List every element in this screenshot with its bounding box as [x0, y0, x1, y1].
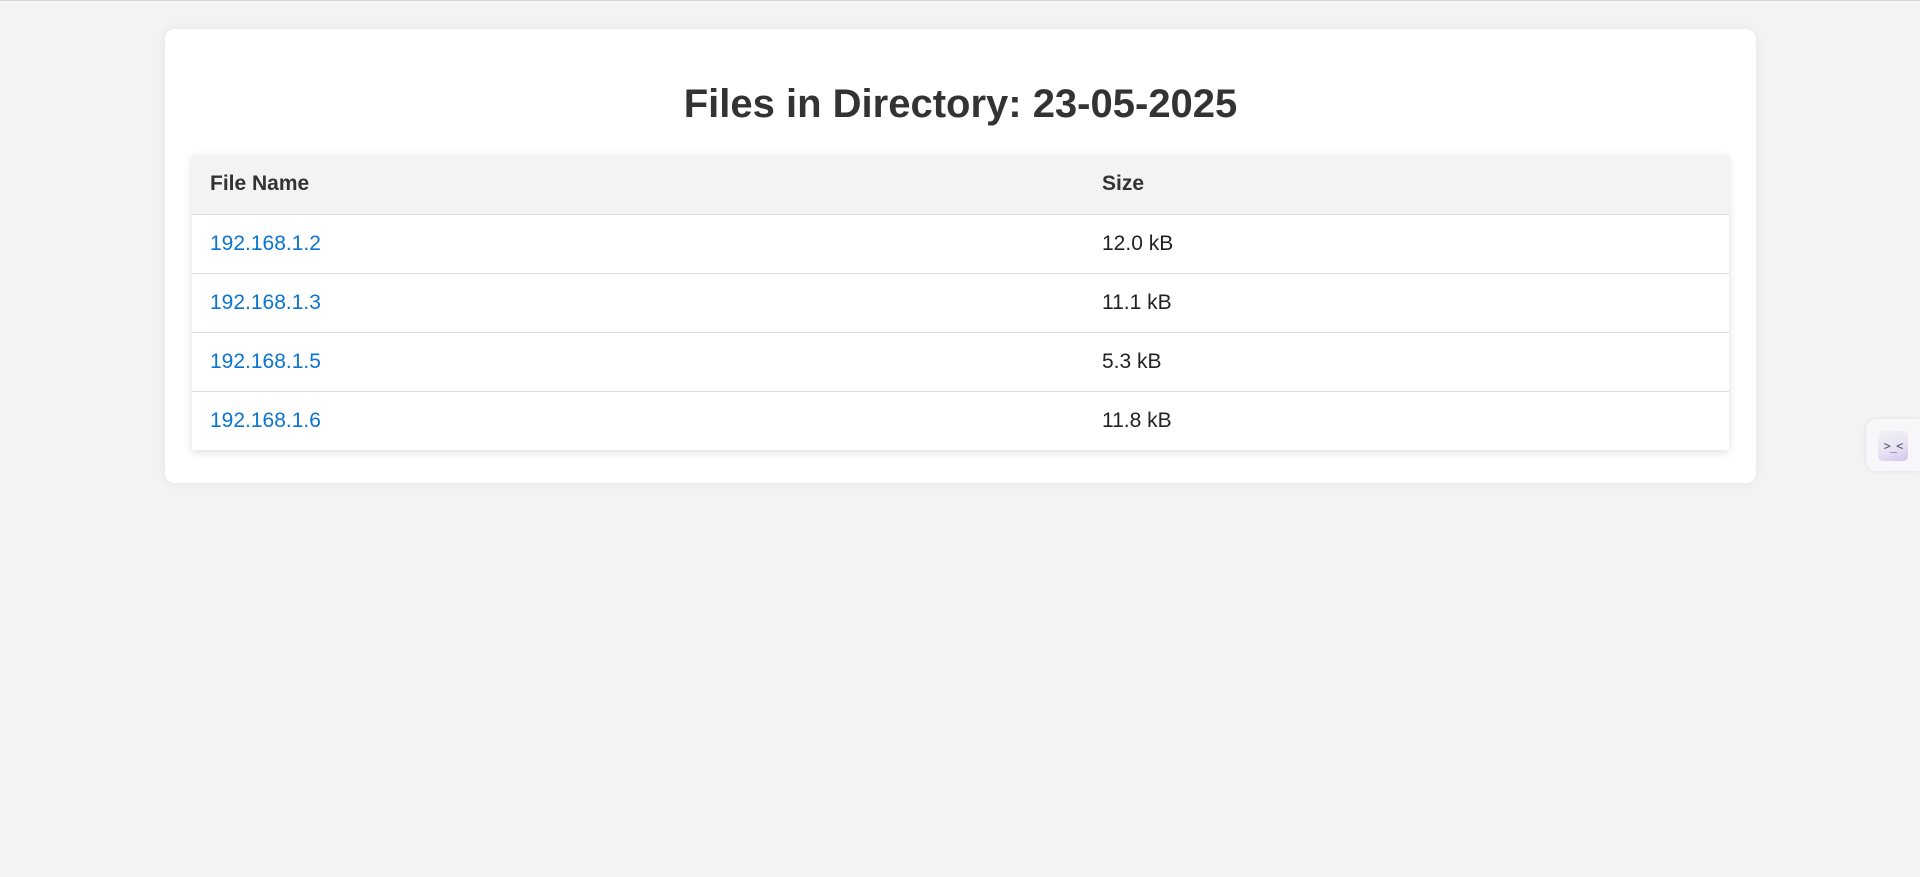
file-size-cell: 5.3 kB — [1084, 332, 1729, 392]
page-title: Files in Directory: 23-05-2025 — [683, 82, 1238, 126]
file-name-cell: 192.168.1.6 — [192, 391, 1084, 450]
file-link[interactable]: 192.168.1.6 — [210, 409, 321, 432]
file-link[interactable]: 192.168.1.2 — [210, 232, 321, 255]
file-name-cell: 192.168.1.2 — [192, 214, 1084, 274]
directory-panel: Files in Directory: 23-05-2025 File Name… — [165, 29, 1756, 483]
file-size-cell: 11.1 kB — [1084, 273, 1729, 333]
file-size-cell: 12.0 kB — [1084, 214, 1729, 274]
file-name-cell: 192.168.1.3 — [192, 273, 1084, 333]
file-size-cell: 11.8 kB — [1102, 408, 1172, 432]
file-link[interactable]: 192.168.1.5 — [210, 350, 321, 373]
table-row: 192.168.1.5 5.3 kB — [192, 332, 1729, 392]
side-widget-button[interactable]: >_< — [1866, 419, 1920, 471]
file-link[interactable]: 192.168.1.3 — [210, 291, 321, 314]
column-header-file-name: File Name — [192, 155, 1084, 215]
column-header-size: Size — [1084, 155, 1729, 215]
table-row: 192.168.1.3 11.1 kB — [192, 273, 1729, 333]
table-row: 192.168.1.2 12.0 kB — [192, 214, 1729, 274]
table-header-row: File Name Size — [192, 155, 1729, 215]
top-border — [0, 0, 1920, 1]
file-table: File Name Size 192.168.1.2 12.0 kB 192.1… — [192, 155, 1729, 450]
table-row: 192.168.1.6 11.8 kB — [192, 391, 1729, 450]
face-icon: >_< — [1878, 431, 1908, 461]
file-name-cell: 192.168.1.5 — [192, 332, 1084, 392]
